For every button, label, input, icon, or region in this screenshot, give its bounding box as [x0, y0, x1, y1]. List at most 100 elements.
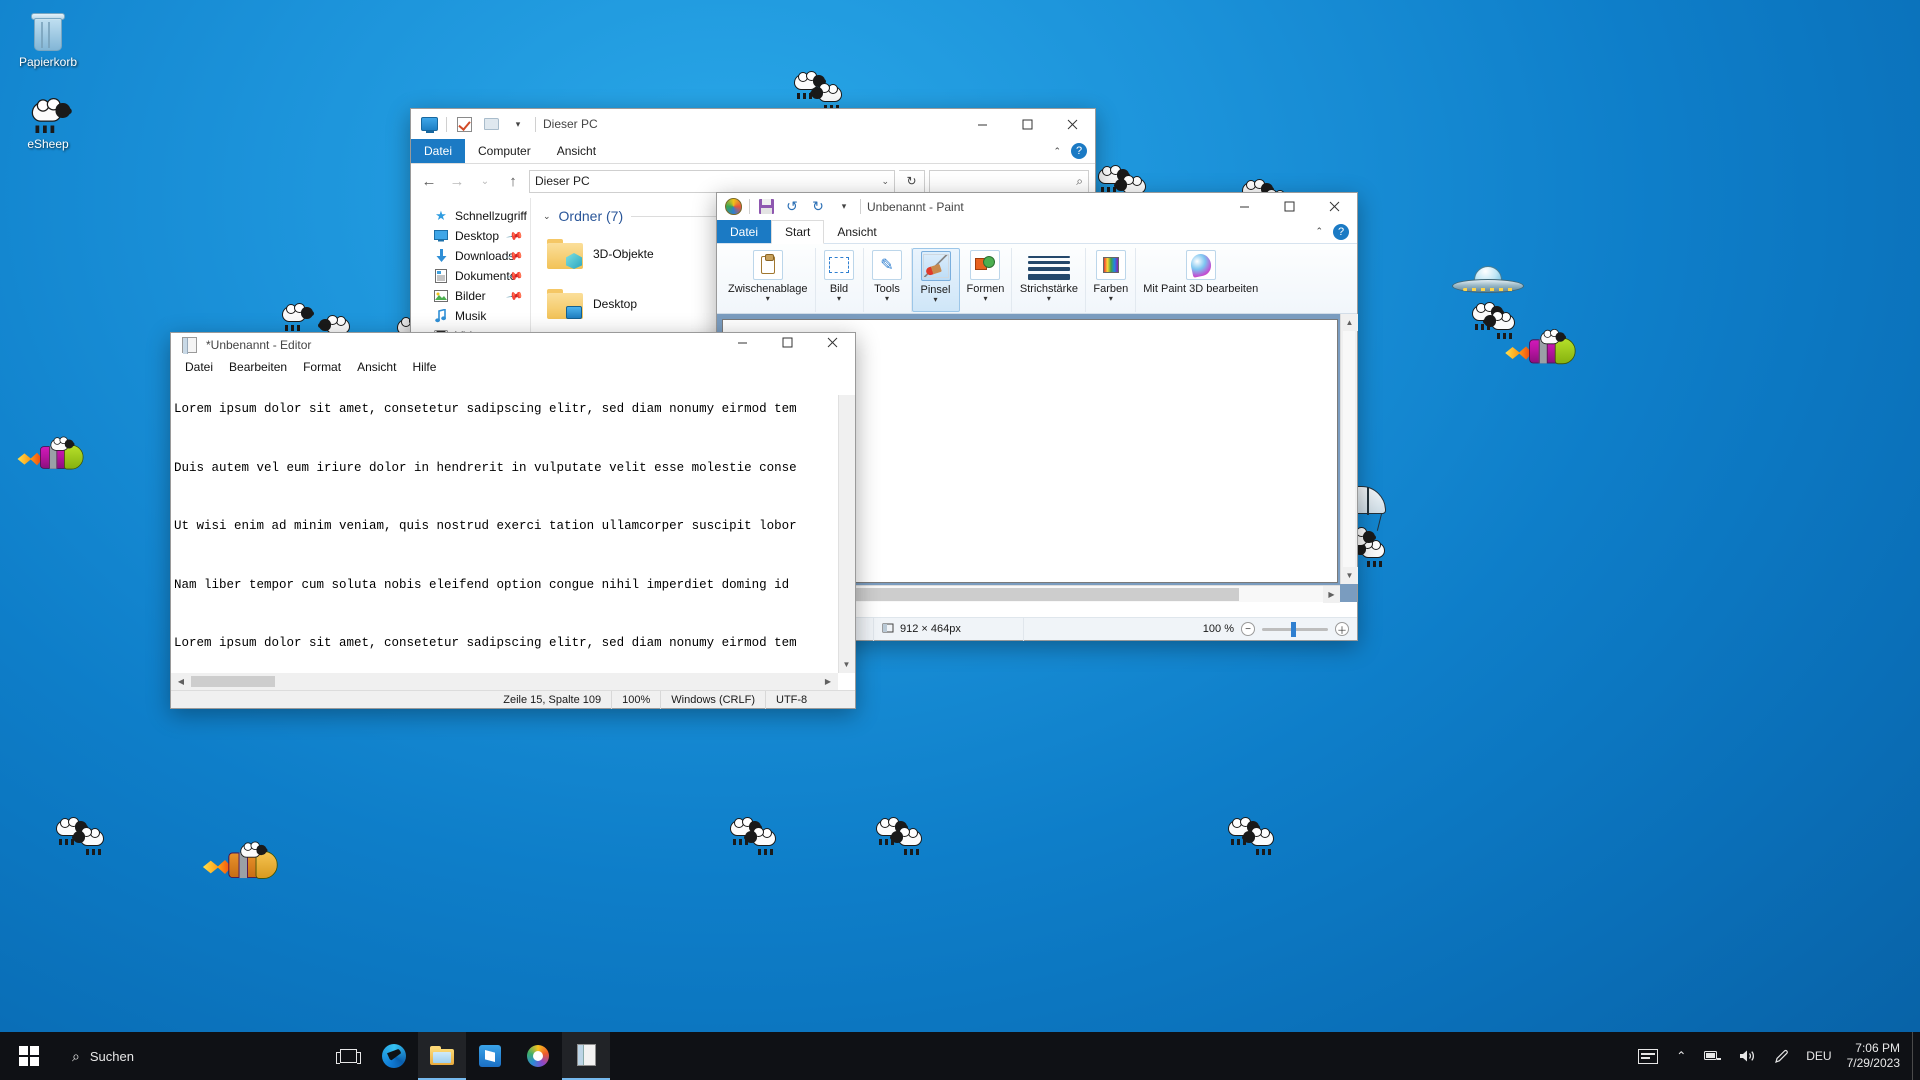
tab-ansicht[interactable]: Ansicht — [824, 220, 889, 243]
vertical-scroll-track[interactable] — [1343, 331, 1355, 567]
taskbar-app-edge[interactable] — [370, 1032, 418, 1080]
colors-icon[interactable] — [1095, 250, 1126, 280]
properties-icon[interactable] — [454, 114, 474, 134]
select-icon[interactable] — [824, 250, 854, 280]
taskbar-app-store[interactable] — [466, 1032, 514, 1080]
language-indicator[interactable]: DEU — [1797, 1032, 1840, 1080]
customize-qat-icon[interactable]: ▾ — [508, 114, 528, 134]
shapes-icon[interactable] — [970, 250, 1001, 280]
paint3d-icon[interactable] — [1185, 250, 1216, 280]
recent-locations-button[interactable]: ⌄ — [473, 169, 497, 193]
chevron-down-icon[interactable]: ⌄ — [543, 211, 551, 222]
desktop-icon-esheep[interactable]: eSheep — [6, 90, 90, 151]
scroll-down-arrow-icon[interactable]: ▼ — [1341, 567, 1358, 584]
up-button[interactable]: ↑ — [501, 169, 525, 193]
scroll-up-arrow-icon[interactable]: ▲ — [1341, 314, 1358, 331]
sidebar-item-schnellzugriff[interactable]: ★ Schnellzugriff — [411, 206, 530, 226]
notepad-vertical-scrollbar[interactable]: ▼ — [838, 395, 855, 673]
new-folder-icon[interactable] — [481, 114, 501, 134]
explorer-ribbon-tabs[interactable]: Datei Computer Ansicht ⌃ ? — [411, 139, 1095, 164]
notepad-horizontal-scrollbar[interactable]: ◀ ▶ — [171, 673, 838, 690]
menu-bearbeiten[interactable]: Bearbeiten — [221, 360, 295, 374]
brush-icon[interactable] — [920, 251, 951, 281]
undo-icon[interactable]: ↺ — [782, 197, 802, 217]
paint-ribbon-tabs[interactable]: Datei Start Ansicht ⌃ ? — [717, 220, 1357, 244]
paint-titlebar[interactable]: ↺ ↻ ▾ Unbenannt - Paint — [717, 193, 1357, 220]
tab-datei[interactable]: Datei — [717, 220, 772, 243]
zoom-in-button[interactable]: ＋ — [1335, 622, 1349, 637]
ribbon-group-farben[interactable]: Farben ▾ — [1086, 248, 1137, 312]
chevron-down-icon[interactable]: ▾ — [933, 296, 937, 304]
taskbar[interactable]: ⌕ Suchen ⌃ DEU 7:06 PM 7/29/2023 — [0, 1032, 1920, 1080]
chevron-down-icon[interactable]: ▾ — [983, 295, 987, 303]
system-tray[interactable]: ⌃ DEU 7:06 PM 7/29/2023 — [1629, 1032, 1920, 1080]
zoom-slider[interactable] — [1262, 621, 1328, 637]
clipboard-icon[interactable] — [752, 250, 783, 280]
explorer-titlebar[interactable]: ▾ Dieser PC — [411, 109, 1095, 139]
paint-app-icon[interactable] — [723, 197, 743, 217]
desktop-icon-papierkorb[interactable]: Papierkorb — [6, 8, 90, 69]
tab-start[interactable]: Start — [771, 220, 825, 244]
clock[interactable]: 7:06 PM 7/29/2023 — [1841, 1041, 1912, 1071]
notepad-window[interactable]: *Unbenannt - Editor Datei Bearbeiten For… — [170, 332, 856, 709]
show-desktop-button[interactable] — [1912, 1032, 1920, 1080]
sidebar-item-downloads[interactable]: Downloads 📌 — [411, 246, 530, 266]
refresh-button[interactable]: ↻ — [899, 169, 925, 193]
sidebar-item-dokumente[interactable]: Dokumente 📌 — [411, 266, 530, 286]
minimize-button[interactable] — [720, 330, 765, 354]
chevron-down-icon[interactable]: ▾ — [1109, 295, 1113, 303]
show-hidden-icons-button[interactable]: ⌃ — [1667, 1032, 1695, 1080]
ribbon-group-formen[interactable]: Formen ▾ — [960, 248, 1013, 312]
vertical-scrollbar[interactable]: ▲ ▼ — [1340, 314, 1358, 584]
sidebar-item-musik[interactable]: Musik — [411, 306, 530, 326]
close-button[interactable] — [1312, 192, 1357, 222]
notepad-text-area[interactable]: Lorem ipsum dolor sit amet, consetetur s… — [171, 395, 838, 673]
pin-icon[interactable]: 📌 — [506, 227, 525, 246]
help-icon[interactable]: ? — [1333, 223, 1349, 240]
collapse-ribbon-icon[interactable]: ⌃ — [1053, 146, 1061, 157]
volume-icon[interactable] — [1730, 1032, 1765, 1080]
taskbar-app-file-explorer[interactable] — [418, 1032, 466, 1080]
notepad-window-buttons[interactable] — [720, 330, 855, 360]
this-pc-icon[interactable] — [419, 114, 439, 134]
redo-icon[interactable]: ↻ — [808, 197, 828, 217]
zoom-out-button[interactable]: − — [1241, 622, 1255, 636]
maximize-button[interactable] — [1005, 109, 1050, 139]
chevron-down-icon[interactable]: ▾ — [766, 295, 770, 303]
horizontal-scroll-thumb[interactable] — [191, 676, 275, 687]
sidebar-item-bilder[interactable]: Bilder 📌 — [411, 286, 530, 306]
save-icon[interactable] — [756, 197, 776, 217]
tab-ansicht[interactable]: Ansicht — [544, 139, 609, 163]
chevron-down-icon[interactable]: ▾ — [1047, 295, 1051, 303]
address-bar[interactable]: Dieser PC ⌄ — [529, 169, 895, 193]
pen-icon[interactable] — [1765, 1032, 1797, 1080]
menu-format[interactable]: Format — [295, 360, 349, 374]
taskbar-app-notepad[interactable] — [562, 1032, 610, 1080]
scroll-right-arrow-icon[interactable]: ▶ — [1323, 586, 1340, 603]
ribbon-group-bild[interactable]: Bild ▾ — [816, 248, 864, 312]
help-icon[interactable]: ? — [1071, 143, 1087, 159]
minimize-button[interactable] — [1222, 192, 1267, 222]
back-button[interactable]: ← — [417, 169, 441, 193]
scroll-down-arrow-icon[interactable]: ▼ — [838, 656, 855, 673]
maximize-button[interactable] — [1267, 192, 1312, 222]
scroll-right-arrow-icon[interactable]: ▶ — [819, 674, 837, 689]
chevron-down-icon[interactable]: ⌄ — [881, 176, 889, 187]
network-icon[interactable] — [1695, 1032, 1730, 1080]
start-button[interactable] — [0, 1032, 58, 1080]
tools-icon[interactable]: ✎ — [872, 250, 902, 280]
tab-datei[interactable]: Datei — [411, 139, 466, 163]
menu-ansicht[interactable]: Ansicht — [349, 360, 404, 374]
pin-icon[interactable]: 📌 — [506, 287, 525, 306]
zoom-controls[interactable]: 100 % − ＋ — [1203, 621, 1357, 637]
paint-window-buttons[interactable] — [1222, 192, 1357, 222]
menu-datei[interactable]: Datei — [177, 360, 221, 374]
ribbon-group-strichstaerke[interactable]: Strichstärke ▾ — [1012, 248, 1087, 312]
taskbar-app-paint3d[interactable] — [514, 1032, 562, 1080]
ribbon-group-pinsel[interactable]: Pinsel ▾ — [911, 248, 960, 312]
maximize-button[interactable] — [765, 330, 810, 354]
menu-hilfe[interactable]: Hilfe — [404, 360, 444, 374]
input-indicator-icon[interactable] — [1629, 1032, 1667, 1080]
minimize-button[interactable] — [960, 109, 1005, 139]
close-button[interactable] — [810, 330, 855, 354]
